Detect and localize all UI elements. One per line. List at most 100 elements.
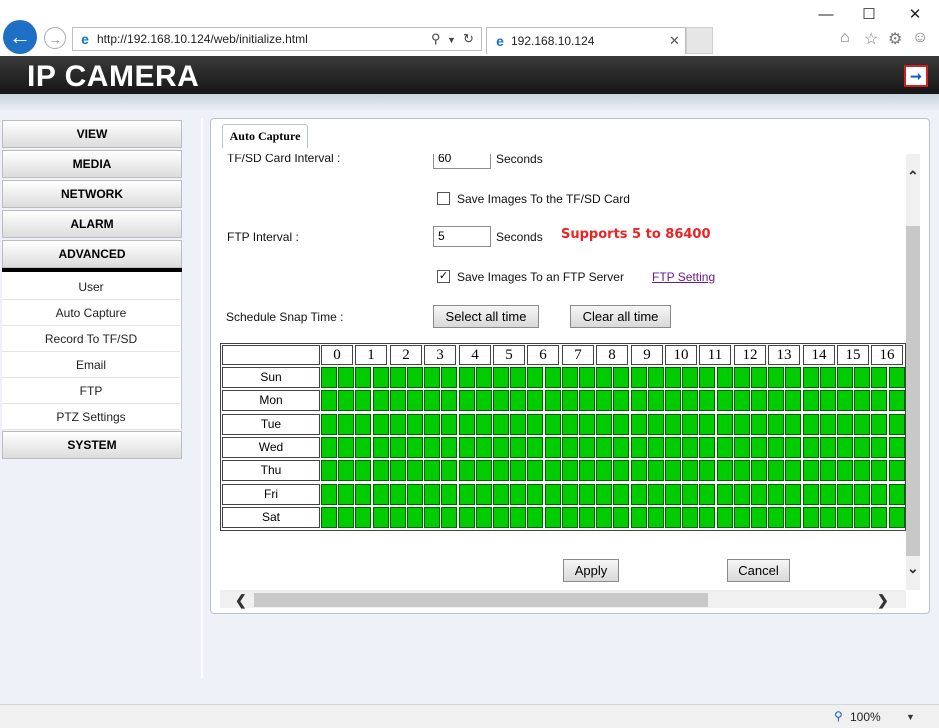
hour-header[interactable]: 9 (631, 345, 663, 365)
schedule-cell[interactable] (321, 367, 337, 388)
schedule-cell[interactable] (751, 507, 767, 528)
schedule-cell[interactable] (665, 484, 681, 505)
ftp-setting-link[interactable]: FTP Setting (652, 270, 715, 284)
favorites-star-icon[interactable]: ☆ (864, 29, 878, 49)
schedule-cell[interactable] (459, 367, 475, 388)
schedule-cell[interactable] (837, 414, 853, 435)
hour-header[interactable]: 4 (459, 345, 491, 365)
schedule-cell[interactable] (734, 414, 750, 435)
schedule-cell[interactable] (562, 367, 578, 388)
schedule-cell[interactable] (527, 390, 543, 411)
schedule-cell[interactable] (803, 460, 819, 481)
scroll-left-icon[interactable]: ❮ (235, 592, 247, 609)
schedule-cell[interactable] (631, 484, 647, 505)
schedule-cell[interactable] (837, 507, 853, 528)
schedule-cell[interactable] (768, 414, 784, 435)
schedule-cell[interactable] (717, 484, 733, 505)
cancel-button[interactable]: Cancel (727, 559, 790, 582)
schedule-cell[interactable] (820, 484, 836, 505)
schedule-cell[interactable] (407, 414, 423, 435)
schedule-cell[interactable] (717, 367, 733, 388)
forward-button[interactable]: → (44, 27, 66, 49)
schedule-cell[interactable] (820, 460, 836, 481)
day-label[interactable]: Sat (222, 507, 320, 528)
schedule-cell[interactable] (871, 507, 887, 528)
schedule-cell[interactable] (424, 460, 440, 481)
submenu-user[interactable]: User (2, 274, 180, 300)
schedule-cell[interactable] (613, 484, 629, 505)
schedule-cell[interactable] (734, 460, 750, 481)
schedule-cell[interactable] (734, 437, 750, 458)
schedule-cell[interactable] (631, 507, 647, 528)
hour-header[interactable]: 0 (321, 345, 353, 365)
refresh-icon[interactable]: ↻ (463, 31, 474, 47)
schedule-cell[interactable] (373, 367, 389, 388)
schedule-cell[interactable] (751, 460, 767, 481)
schedule-cell[interactable] (631, 460, 647, 481)
schedule-cell[interactable] (424, 437, 440, 458)
schedule-cell[interactable] (355, 484, 371, 505)
save-ftp-checkbox[interactable]: ✓ (437, 270, 450, 283)
schedule-cell[interactable] (854, 390, 870, 411)
schedule-cell[interactable] (699, 367, 715, 388)
tab-auto-capture[interactable]: Auto Capture (222, 124, 308, 148)
apply-button[interactable]: Apply (563, 559, 619, 582)
schedule-cell[interactable] (459, 414, 475, 435)
submenu-record-to-tfsd[interactable]: Record To TF/SD (2, 326, 180, 352)
schedule-cell[interactable] (493, 367, 509, 388)
schedule-cell[interactable] (854, 437, 870, 458)
schedule-cell[interactable] (785, 484, 801, 505)
schedule-cell[interactable] (441, 507, 457, 528)
hour-header[interactable]: 1 (355, 345, 387, 365)
schedule-cell[interactable] (665, 507, 681, 528)
schedule-cell[interactable] (734, 507, 750, 528)
schedule-cell[interactable] (751, 414, 767, 435)
schedule-cell[interactable] (820, 414, 836, 435)
schedule-cell[interactable] (889, 414, 905, 435)
nav-network-button[interactable]: NETWORK (2, 180, 182, 208)
schedule-cell[interactable] (803, 414, 819, 435)
schedule-cell[interactable] (768, 507, 784, 528)
search-icon[interactable]: ⚲ (431, 31, 441, 47)
schedule-cell[interactable] (613, 437, 629, 458)
schedule-cell[interactable] (889, 460, 905, 481)
schedule-cell[interactable] (338, 414, 354, 435)
schedule-cell[interactable] (441, 437, 457, 458)
hour-header[interactable]: 12 (734, 345, 766, 365)
schedule-cell[interactable] (407, 390, 423, 411)
address-text[interactable]: http://192.168.10.124/web/initialize.htm… (97, 32, 308, 46)
schedule-cell[interactable] (390, 507, 406, 528)
schedule-cell[interactable] (510, 437, 526, 458)
smiley-feedback-icon[interactable]: ☺ (912, 29, 928, 47)
schedule-cell[interactable] (803, 367, 819, 388)
schedule-cell[interactable] (785, 460, 801, 481)
schedule-cell[interactable] (510, 367, 526, 388)
schedule-cell[interactable] (355, 507, 371, 528)
schedule-cell[interactable] (390, 437, 406, 458)
schedule-cell[interactable] (717, 460, 733, 481)
schedule-cell[interactable] (648, 367, 664, 388)
schedule-cell[interactable] (699, 390, 715, 411)
schedule-cell[interactable] (889, 390, 905, 411)
schedule-cell[interactable] (321, 460, 337, 481)
schedule-cell[interactable] (459, 437, 475, 458)
schedule-cell[interactable] (665, 437, 681, 458)
hour-header[interactable]: 10 (665, 345, 697, 365)
schedule-cell[interactable] (579, 367, 595, 388)
zoom-dropdown-icon[interactable]: ▼ (906, 712, 915, 722)
ftp-interval-input[interactable]: 5 (433, 226, 491, 247)
tab-close-icon[interactable]: ✕ (669, 33, 680, 49)
schedule-cell[interactable] (373, 484, 389, 505)
schedule-cell[interactable] (613, 367, 629, 388)
schedule-cell[interactable] (545, 414, 561, 435)
clear-all-time-button[interactable]: Clear all time (570, 305, 671, 328)
schedule-cell[interactable] (820, 507, 836, 528)
schedule-cell[interactable] (785, 414, 801, 435)
hour-header[interactable]: 13 (768, 345, 800, 365)
schedule-cell[interactable] (441, 390, 457, 411)
schedule-cell[interactable] (682, 367, 698, 388)
nav-media-button[interactable]: MEDIA (2, 150, 182, 178)
schedule-cell[interactable] (820, 367, 836, 388)
schedule-cell[interactable] (803, 484, 819, 505)
schedule-cell[interactable] (854, 414, 870, 435)
